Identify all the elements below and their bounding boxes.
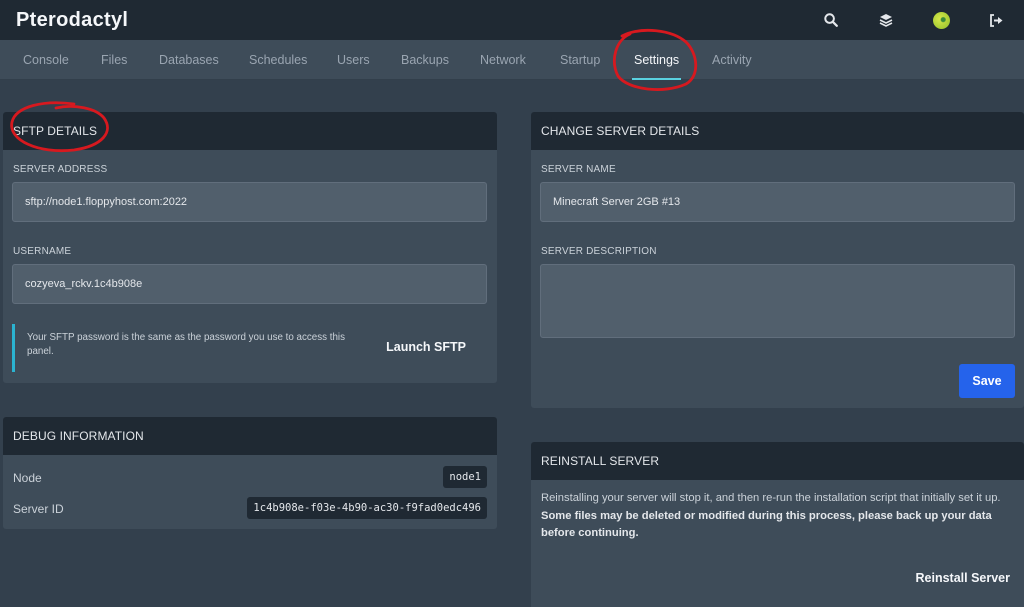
tab-console[interactable]: Console bbox=[23, 40, 69, 80]
change-server-details-title: CHANGE SERVER DETAILS bbox=[531, 112, 1024, 150]
sftp-details-panel: SFTP DETAILS SERVER ADDRESS sftp://node1… bbox=[3, 112, 497, 383]
reinstall-warning-bold: Some files may be deleted or modified du… bbox=[541, 509, 992, 540]
server-description-field[interactable] bbox=[540, 264, 1015, 338]
sftp-password-info: Your SFTP password is the same as the pa… bbox=[12, 324, 482, 372]
username-label: USERNAME bbox=[13, 246, 72, 257]
server-id-label: Server ID bbox=[13, 502, 64, 516]
layers-icon[interactable] bbox=[872, 0, 900, 40]
user-avatar-image bbox=[932, 11, 950, 29]
app-title[interactable]: Pterodactyl bbox=[16, 9, 128, 32]
top-bar: Pterodactyl bbox=[0, 0, 1024, 40]
server-address-label: SERVER ADDRESS bbox=[13, 164, 108, 175]
search-icon[interactable] bbox=[817, 0, 845, 40]
change-server-details-panel: CHANGE SERVER DETAILS SERVER NAME Minecr… bbox=[531, 112, 1024, 408]
sftp-details-title: SFTP DETAILS bbox=[3, 112, 497, 150]
save-button[interactable]: Save bbox=[959, 364, 1015, 398]
server-nav: Console Files Databases Schedules Users … bbox=[0, 40, 1024, 80]
tab-activity[interactable]: Activity bbox=[712, 40, 752, 80]
tab-network[interactable]: Network bbox=[480, 40, 526, 80]
server-name-label: SERVER NAME bbox=[541, 164, 616, 175]
reinstall-warning-text: Reinstalling your server will stop it, a… bbox=[541, 490, 1016, 543]
username-field[interactable]: cozyeva_rckv.1c4b908e bbox=[12, 264, 487, 304]
tab-databases[interactable]: Databases bbox=[159, 40, 219, 80]
server-name-field[interactable]: Minecraft Server 2GB #13 bbox=[540, 182, 1015, 222]
reinstall-server-title: REINSTALL SERVER bbox=[531, 442, 1024, 480]
tab-schedules[interactable]: Schedules bbox=[249, 40, 307, 80]
reinstall-server-panel: REINSTALL SERVER Reinstalling your serve… bbox=[531, 442, 1024, 607]
launch-sftp-button[interactable]: Launch SFTP bbox=[386, 340, 466, 354]
debug-information-title: DEBUG INFORMATION bbox=[3, 417, 497, 455]
node-label: Node bbox=[13, 471, 42, 485]
reinstall-server-button[interactable]: Reinstall Server bbox=[916, 571, 1011, 585]
tab-settings[interactable]: Settings bbox=[631, 40, 682, 80]
sftp-password-info-text: Your SFTP password is the same as the pa… bbox=[27, 332, 346, 357]
logout-icon[interactable] bbox=[982, 0, 1010, 40]
top-bar-actions bbox=[817, 0, 1024, 40]
avatar[interactable] bbox=[927, 0, 955, 40]
server-id-value: 1c4b908e-f03e-4b90-ac30-f9fad0edc496 bbox=[247, 497, 487, 519]
tab-backups[interactable]: Backups bbox=[401, 40, 449, 80]
server-address-field[interactable]: sftp://node1.floppyhost.com:2022 bbox=[12, 182, 487, 222]
debug-information-panel: DEBUG INFORMATION Node node1 Server ID 1… bbox=[3, 417, 497, 529]
node-value: node1 bbox=[443, 466, 487, 488]
tab-startup[interactable]: Startup bbox=[560, 40, 600, 80]
tab-users[interactable]: Users bbox=[337, 40, 370, 80]
server-description-label: SERVER DESCRIPTION bbox=[541, 246, 657, 257]
tab-files[interactable]: Files bbox=[101, 40, 127, 80]
reinstall-warning-plain: Reinstalling your server will stop it, a… bbox=[541, 492, 1001, 504]
